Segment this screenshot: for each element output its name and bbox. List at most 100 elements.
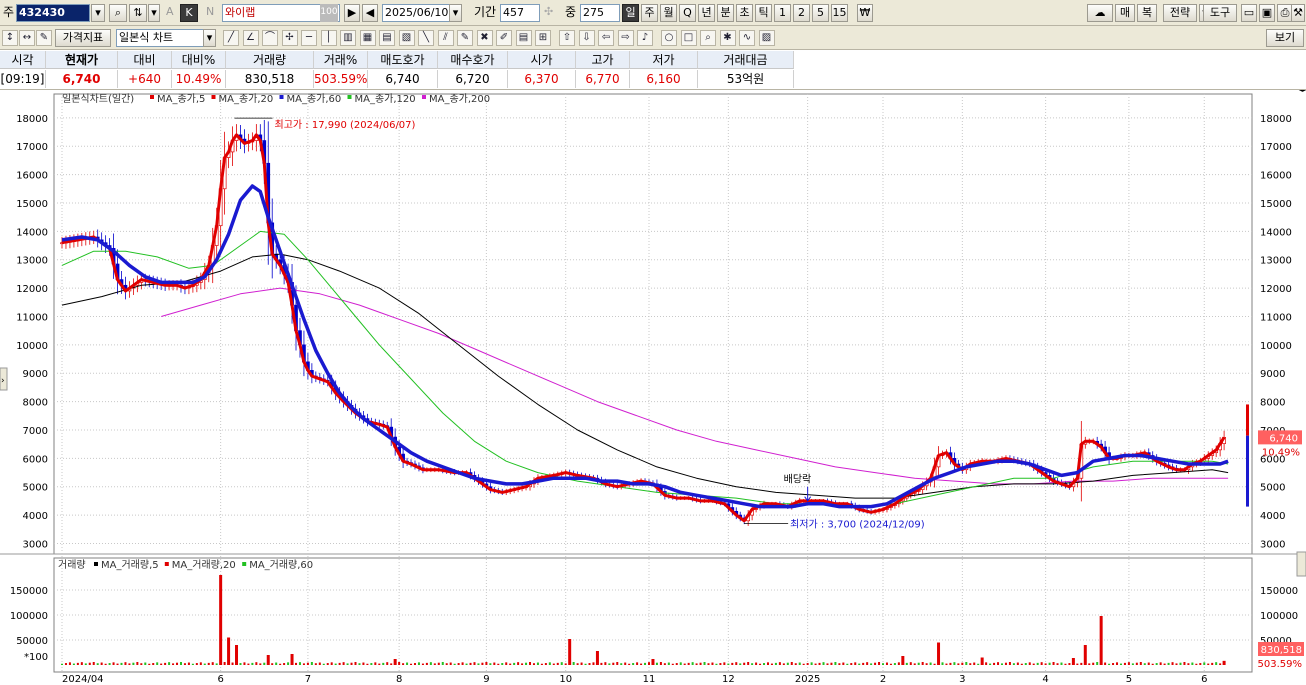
volume-bar xyxy=(322,663,325,665)
pattern-tool-icon[interactable]: ▧ xyxy=(398,30,415,46)
volume-bar xyxy=(100,662,103,665)
vline-tool-icon[interactable]: │ xyxy=(320,30,337,46)
volume-bar xyxy=(723,662,726,665)
interval-1[interactable]: 주 xyxy=(641,4,658,22)
arrow-up-icon[interactable]: ⇧ xyxy=(559,30,575,46)
eraser-tool-icon[interactable]: ✐ xyxy=(496,30,512,46)
indicator-button[interactable]: 가격지표 xyxy=(55,29,111,47)
stock-chart[interactable]: 3000300040004000500050006000600070007000… xyxy=(0,90,1306,685)
magic-tool-icon[interactable]: ✱ xyxy=(719,30,736,46)
fan-tool-icon[interactable]: ✢ xyxy=(281,30,298,46)
k-toggle[interactable]: K xyxy=(180,4,198,22)
zoom-tool-icon[interactable]: ⌕ xyxy=(700,30,716,46)
volume-legend-item-1: MA_거래량,20 xyxy=(172,559,236,571)
volume-bar xyxy=(802,663,805,665)
fibo-tool-icon[interactable]: ▥ xyxy=(340,30,356,46)
volume-bar xyxy=(580,662,583,665)
interval-0[interactable]: 일 xyxy=(622,4,639,22)
interval-4[interactable]: 년 xyxy=(698,4,715,22)
volume-bar xyxy=(790,662,793,665)
hline-tool-icon[interactable]: ─ xyxy=(301,30,317,46)
volume-bar xyxy=(770,663,773,665)
quote-value-4: 830,518 xyxy=(226,70,314,88)
interval-9[interactable]: 2 xyxy=(793,4,810,22)
cloud-button[interactable]: ☁ xyxy=(1087,4,1113,22)
period-input[interactable]: 457 xyxy=(500,4,540,22)
count-input[interactable]: 275 xyxy=(580,4,620,22)
settings-button[interactable]: ⚒ xyxy=(1291,4,1305,22)
volume-bar xyxy=(1048,662,1051,665)
interval-2[interactable]: 월 xyxy=(660,4,677,22)
next-button[interactable]: ▶ xyxy=(344,4,360,22)
right-button-1[interactable]: 복 xyxy=(1137,4,1157,22)
volume-bar xyxy=(572,662,575,665)
volume-spike-bar xyxy=(651,659,655,665)
volume-bar xyxy=(453,663,456,665)
right-button-0[interactable]: 매 xyxy=(1115,4,1135,22)
sort-dropdown-button[interactable]: ▾ xyxy=(148,4,160,22)
stock-code-input[interactable]: 432430 xyxy=(16,4,90,22)
interval-7[interactable]: 틱 xyxy=(755,4,772,22)
arrow-left-icon[interactable]: ⇦ xyxy=(598,30,614,46)
quote-header-5: 거래% xyxy=(314,51,368,69)
code-dropdown-button[interactable]: ▾ xyxy=(91,4,105,22)
folder-button[interactable]: ▭ xyxy=(1241,4,1257,22)
strategy-button[interactable]: 전략 xyxy=(1163,4,1197,22)
interval-5[interactable]: 분 xyxy=(717,4,734,22)
a-toggle[interactable]: A xyxy=(166,4,174,22)
interval-10[interactable]: 5 xyxy=(812,4,829,22)
volume-bar xyxy=(64,663,67,665)
crosshair-icon[interactable]: ✣ xyxy=(544,4,553,22)
volume-bar xyxy=(703,662,706,665)
date-dropdown-button[interactable]: ▾ xyxy=(449,4,462,22)
arrow-down-icon[interactable]: ⇩ xyxy=(578,30,595,46)
volume-bar xyxy=(699,662,702,665)
chart-type-dropdown-button[interactable]: ▾ xyxy=(203,29,216,47)
chart-type-select[interactable]: 일본식 차트 xyxy=(116,29,216,47)
interval-6[interactable]: 초 xyxy=(736,4,753,22)
rect-tool-icon[interactable]: □ xyxy=(680,30,697,46)
prev-button[interactable]: ◀ xyxy=(362,4,378,22)
chevron-down-icon: ▾ xyxy=(95,6,101,19)
pen-tool-icon[interactable]: ✎ xyxy=(457,30,473,46)
right-scroll-handle[interactable] xyxy=(1296,551,1306,577)
wave-tool-icon[interactable]: ∿ xyxy=(739,30,755,46)
won-button[interactable]: ₩ xyxy=(857,4,873,22)
volume-bar xyxy=(532,663,535,665)
save-button[interactable]: ▣ xyxy=(1259,4,1275,22)
angle-tool-icon[interactable]: ∠ xyxy=(242,30,259,46)
volume-bar xyxy=(1044,663,1047,665)
erase-tool-icon[interactable]: ✖ xyxy=(476,30,493,46)
line-tool-icon[interactable]: ╱ xyxy=(223,30,239,46)
up-down-arrow-icon[interactable]: ↕ xyxy=(2,30,18,46)
n-toggle[interactable]: N xyxy=(206,4,214,22)
volume-bar xyxy=(390,663,393,665)
box-tool-icon[interactable]: ⊞ xyxy=(535,30,551,46)
legend-swatch-1 xyxy=(211,95,216,99)
volume-bar xyxy=(667,662,670,665)
music-tool-icon[interactable]: ♪ xyxy=(637,30,653,46)
volume-bar xyxy=(786,662,789,665)
interval-8[interactable]: 1 xyxy=(774,4,791,22)
volume-bar xyxy=(287,662,290,665)
channel-tool-icon[interactable]: ⫽ xyxy=(437,30,454,46)
table-tool-icon[interactable]: ▤ xyxy=(379,30,395,46)
volume-bar xyxy=(116,663,119,665)
view-button[interactable]: 보기 xyxy=(1266,29,1304,47)
sort-button[interactable]: ⇅ xyxy=(129,4,147,22)
left-right-arrow-icon[interactable]: ↔ xyxy=(19,30,35,46)
interval-11[interactable]: 15 xyxy=(831,4,848,22)
interval-3[interactable]: Q xyxy=(679,4,696,22)
search-button[interactable]: ⌕ xyxy=(109,4,127,22)
arc-tool-icon[interactable]: ⌒ xyxy=(262,30,278,46)
trend-tool-icon[interactable]: ╲ xyxy=(418,30,434,46)
hatch-tool-icon[interactable]: ▨ xyxy=(758,30,775,46)
tools-button[interactable]: 도구 xyxy=(1203,4,1237,22)
circle-tool-icon[interactable]: ○ xyxy=(661,30,677,46)
edit-icon[interactable]: ✎ xyxy=(36,30,52,46)
volume-bar xyxy=(104,663,107,665)
note-tool-icon[interactable]: ▤ xyxy=(515,30,532,46)
arrow-right-icon[interactable]: ⇨ xyxy=(617,30,634,46)
volume-tick-left-1: 100000 xyxy=(10,611,48,622)
grid-tool-icon[interactable]: ▦ xyxy=(359,30,376,46)
